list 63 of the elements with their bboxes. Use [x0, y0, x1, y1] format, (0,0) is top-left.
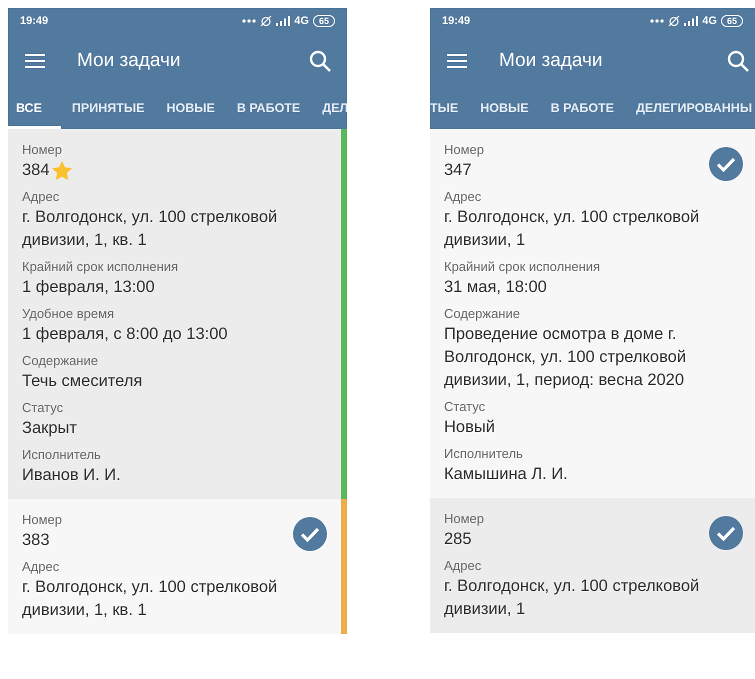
field-label: Адрес	[444, 188, 482, 206]
tab[interactable]: В РАБОТЕ	[540, 89, 626, 129]
field-value: Проведение осмотра в доме г. Волгодонск, ул. 100 стрелковой дивизии, 1, период: весна 2020	[444, 324, 688, 391]
tab[interactable]: НОВЫЕ	[155, 89, 226, 129]
search-icon[interactable]	[727, 50, 749, 72]
field-label: Номер	[444, 141, 486, 159]
field-value: г. Волгодонск, ул. 100 стрелковой дивизии, 1, кв. 1	[22, 577, 278, 621]
field-label: Содержание	[22, 352, 99, 370]
menu-icon[interactable]	[447, 53, 467, 69]
signal-icon	[684, 16, 698, 26]
more-dots-icon	[650, 18, 664, 22]
field-value: Новый	[444, 417, 496, 438]
screen-title: Мои задачи	[77, 50, 182, 72]
field-value: 1 февраля, 13:00	[22, 277, 156, 298]
field-value: 285	[444, 529, 472, 550]
field-value: 31 мая, 18:00	[444, 277, 548, 298]
field-label: Адрес	[22, 558, 60, 576]
field-value: 384	[22, 160, 50, 181]
field-label: Крайний срок исполнения	[22, 258, 180, 276]
alarm-off-icon	[668, 14, 680, 26]
field-label: Номер	[22, 511, 64, 529]
field-value: 347	[444, 160, 472, 181]
field-label: Статус	[444, 398, 486, 416]
field-label: Удобное время	[22, 305, 116, 323]
field-value: 383	[22, 530, 50, 551]
field-value: Камышина Л. И.	[444, 464, 569, 485]
field-value: г. Волгодонск, ул. 100 стрелковой дивизии, 1	[444, 207, 700, 251]
alarm-off-icon	[260, 14, 272, 26]
field-label: Адрес	[444, 557, 482, 575]
task-card[interactable]	[430, 129, 755, 498]
network-type: 4G	[702, 14, 717, 26]
tab[interactable]: В РАБОТЕ	[226, 89, 312, 129]
network-type: 4G	[294, 14, 309, 26]
field-label: Крайний срок исполнения	[444, 258, 602, 276]
field-label: Содержание	[444, 305, 521, 323]
task-card[interactable]: Номер 285 Адрес г. Волгодонск, ул. 100 стрелковой дивизии, 1	[430, 498, 755, 633]
screen-title: Мои задачи	[499, 50, 604, 72]
battery-level: 65	[312, 14, 335, 26]
tab[interactable]: ПРИНЯТЫЕ	[60, 89, 156, 129]
tab[interactable]: ТЫЕ	[430, 89, 470, 129]
task-card[interactable]: Номер 383 Адрес г. Волгодонск, ул. 100 стрелковой дивизии, 1, кв. 1	[8, 499, 347, 634]
signal-icon	[276, 16, 290, 26]
field-value: г. Волгодонск, ул. 100 стрелковой дивизии, 1, кв. 1	[22, 207, 278, 251]
field-label: Адрес	[22, 188, 60, 206]
more-dots-icon	[242, 18, 256, 22]
field-value: Течь смесителя	[22, 371, 144, 392]
field-value: Иванов И. И.	[22, 465, 122, 486]
status-time: 19:49	[20, 14, 48, 26]
field-label: Номер	[444, 510, 486, 528]
tab[interactable]: ДЕЛЕГИРОВАННЫ	[625, 89, 755, 129]
tab[interactable]: НОВЫЕ	[469, 89, 540, 129]
field-label: Статус	[22, 399, 64, 417]
field-label: Исполнитель	[444, 445, 524, 463]
battery-level: 65	[720, 14, 743, 26]
menu-icon[interactable]	[25, 53, 45, 69]
field-value: 1 февраля, с 8:00 до 13:00	[22, 324, 229, 345]
task-card[interactable]	[8, 129, 347, 499]
status-time: 19:49	[442, 14, 470, 26]
field-value: г. Волгодонск, ул. 100 стрелковой дивизии, 1	[444, 576, 700, 620]
field-value: Закрыт	[22, 418, 78, 439]
search-icon[interactable]	[309, 50, 331, 72]
field-label: Исполнитель	[22, 446, 102, 464]
field-label: Номер	[22, 141, 64, 159]
